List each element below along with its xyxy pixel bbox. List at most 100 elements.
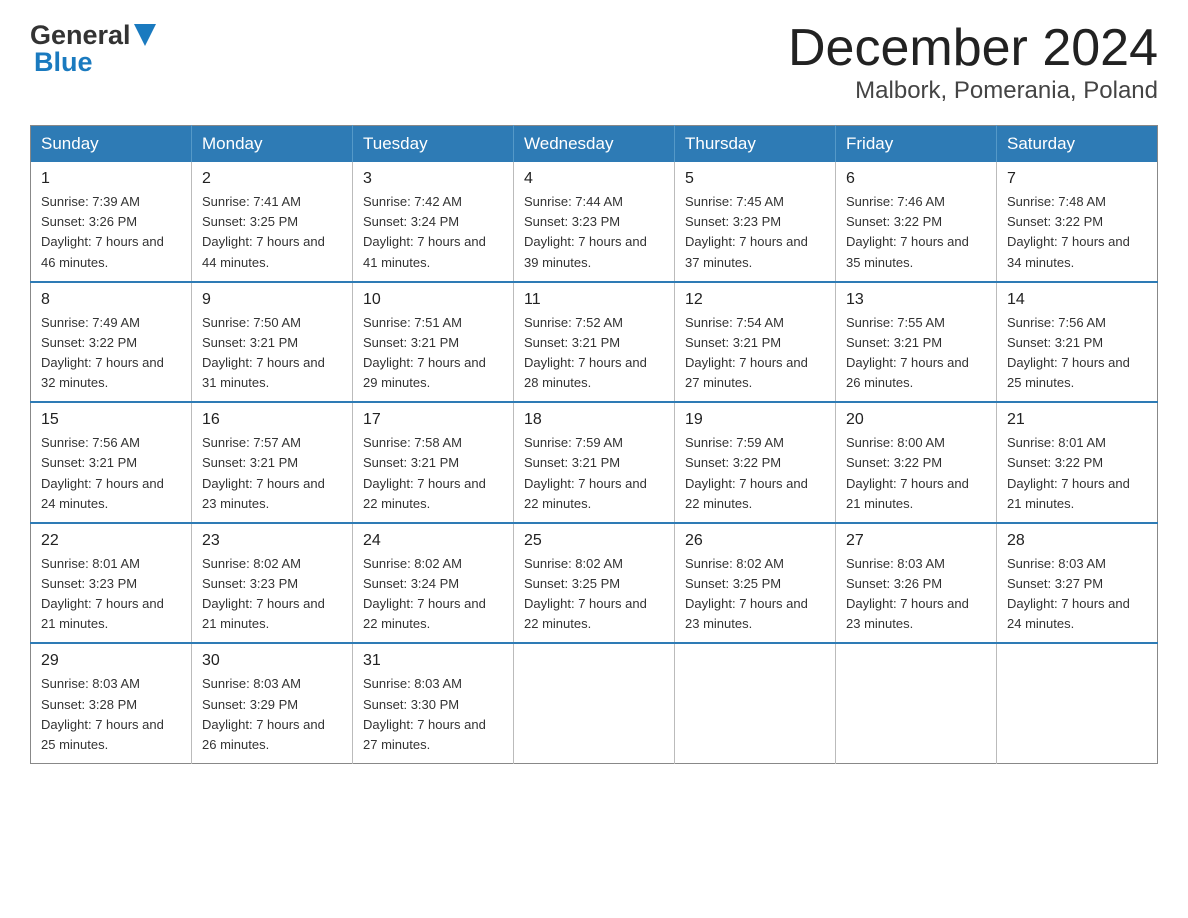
day-number: 13 [846,291,986,309]
day-info: Sunrise: 7:39 AMSunset: 3:26 PMDaylight:… [41,192,181,273]
day-number: 29 [41,652,181,670]
day-info: Sunrise: 8:03 AMSunset: 3:27 PMDaylight:… [1007,554,1147,635]
day-info: Sunrise: 7:58 AMSunset: 3:21 PMDaylight:… [363,433,503,514]
day-info: Sunrise: 7:54 AMSunset: 3:21 PMDaylight:… [685,313,825,394]
calendar-day-cell: 8 Sunrise: 7:49 AMSunset: 3:22 PMDaylight… [31,282,192,403]
calendar-day-cell: 19Sunrise: 7:59 AMSunset: 3:22 PMDayligh… [675,402,836,523]
calendar-day-cell: 21 Sunrise: 8:01 AMSunset: 3:22 PMDayligh… [997,402,1158,523]
day-info: Sunrise: 7:56 AMSunset: 3:21 PMDaylight:… [41,433,181,514]
day-number: 20 [846,411,986,429]
calendar-week-row: 29 Sunrise: 8:03 AMSunset: 3:28 PMDayligh… [31,643,1158,763]
logo-blue-text: Blue [34,47,93,78]
day-info: Sunrise: 8:00 AMSunset: 3:22 PMDaylight:… [846,433,986,514]
empty-day-cell [675,643,836,763]
calendar-week-row: 1 Sunrise: 7:39 AMSunset: 3:26 PMDaylight… [31,162,1158,282]
calendar-day-cell: 2 Sunrise: 7:41 AMSunset: 3:25 PMDaylight… [192,162,353,282]
weekday-header-row: SundayMondayTuesdayWednesdayThursdayFrid… [31,126,1158,163]
day-number: 23 [202,532,342,550]
weekday-header-tuesday: Tuesday [353,126,514,163]
day-number: 28 [1007,532,1147,550]
day-info: Sunrise: 8:03 AMSunset: 3:26 PMDaylight:… [846,554,986,635]
day-info: Sunrise: 7:59 AMSunset: 3:21 PMDaylight:… [524,433,664,514]
day-info: Sunrise: 7:56 AMSunset: 3:21 PMDaylight:… [1007,313,1147,394]
day-number: 1 [41,170,181,188]
day-info: Sunrise: 7:49 AMSunset: 3:22 PMDaylight:… [41,313,181,394]
day-number: 27 [846,532,986,550]
calendar-day-cell: 13 Sunrise: 7:55 AMSunset: 3:21 PMDayligh… [836,282,997,403]
day-number: 21 [1007,411,1147,429]
day-info: Sunrise: 7:42 AMSunset: 3:24 PMDaylight:… [363,192,503,273]
day-number: 24 [363,532,503,550]
calendar-day-cell: 16 Sunrise: 7:57 AMSunset: 3:21 PMDayligh… [192,402,353,523]
calendar-day-cell: 23 Sunrise: 8:02 AMSunset: 3:23 PMDayligh… [192,523,353,644]
calendar-day-cell: 31Sunrise: 8:03 AMSunset: 3:30 PMDayligh… [353,643,514,763]
day-info: Sunrise: 7:50 AMSunset: 3:21 PMDaylight:… [202,313,342,394]
logo[interactable]: General Blue [30,20,156,78]
day-number: 11 [524,291,664,309]
calendar-week-row: 22Sunrise: 8:01 AMSunset: 3:23 PMDayligh… [31,523,1158,644]
calendar-day-cell: 1 Sunrise: 7:39 AMSunset: 3:26 PMDaylight… [31,162,192,282]
calendar-day-cell: 14 Sunrise: 7:56 AMSunset: 3:21 PMDayligh… [997,282,1158,403]
empty-day-cell [836,643,997,763]
weekday-header-saturday: Saturday [997,126,1158,163]
calendar-day-cell: 3 Sunrise: 7:42 AMSunset: 3:24 PMDaylight… [353,162,514,282]
calendar-day-cell: 5 Sunrise: 7:45 AMSunset: 3:23 PMDaylight… [675,162,836,282]
calendar-week-row: 8 Sunrise: 7:49 AMSunset: 3:22 PMDaylight… [31,282,1158,403]
day-number: 2 [202,170,342,188]
day-info: Sunrise: 7:41 AMSunset: 3:25 PMDaylight:… [202,192,342,273]
day-info: Sunrise: 8:01 AMSunset: 3:22 PMDaylight:… [1007,433,1147,514]
day-number: 31 [363,652,503,670]
day-info: Sunrise: 7:57 AMSunset: 3:21 PMDaylight:… [202,433,342,514]
weekday-header-wednesday: Wednesday [514,126,675,163]
day-number: 6 [846,170,986,188]
day-number: 19 [685,411,825,429]
calendar-day-cell: 25Sunrise: 8:02 AMSunset: 3:25 PMDayligh… [514,523,675,644]
calendar-day-cell: 27 Sunrise: 8:03 AMSunset: 3:26 PMDayligh… [836,523,997,644]
day-number: 9 [202,291,342,309]
calendar-day-cell: 11 Sunrise: 7:52 AMSunset: 3:21 PMDayligh… [514,282,675,403]
day-info: Sunrise: 8:02 AMSunset: 3:23 PMDaylight:… [202,554,342,635]
calendar-day-cell: 17Sunrise: 7:58 AMSunset: 3:21 PMDayligh… [353,402,514,523]
day-number: 15 [41,411,181,429]
day-number: 18 [524,411,664,429]
weekday-header-friday: Friday [836,126,997,163]
calendar-day-cell: 7 Sunrise: 7:48 AMSunset: 3:22 PMDaylight… [997,162,1158,282]
calendar-day-cell: 26 Sunrise: 8:02 AMSunset: 3:25 PMDayligh… [675,523,836,644]
day-info: Sunrise: 7:52 AMSunset: 3:21 PMDaylight:… [524,313,664,394]
day-number: 5 [685,170,825,188]
day-number: 8 [41,291,181,309]
day-info: Sunrise: 8:03 AMSunset: 3:29 PMDaylight:… [202,674,342,755]
day-number: 10 [363,291,503,309]
day-number: 26 [685,532,825,550]
calendar-day-cell: 9 Sunrise: 7:50 AMSunset: 3:21 PMDaylight… [192,282,353,403]
calendar-day-cell: 29 Sunrise: 8:03 AMSunset: 3:28 PMDayligh… [31,643,192,763]
page-header: General Blue December 2024 Malbork, Pome… [30,20,1158,105]
calendar-day-cell: 10Sunrise: 7:51 AMSunset: 3:21 PMDayligh… [353,282,514,403]
day-info: Sunrise: 7:48 AMSunset: 3:22 PMDaylight:… [1007,192,1147,273]
empty-day-cell [997,643,1158,763]
calendar-day-cell: 18 Sunrise: 7:59 AMSunset: 3:21 PMDayligh… [514,402,675,523]
location-subtitle: Malbork, Pomerania, Poland [788,77,1158,105]
day-number: 7 [1007,170,1147,188]
calendar-week-row: 15 Sunrise: 7:56 AMSunset: 3:21 PMDayligh… [31,402,1158,523]
calendar-day-cell: 4Sunrise: 7:44 AMSunset: 3:23 PMDaylight… [514,162,675,282]
day-number: 14 [1007,291,1147,309]
calendar-table: SundayMondayTuesdayWednesdayThursdayFrid… [30,125,1158,764]
day-info: Sunrise: 7:45 AMSunset: 3:23 PMDaylight:… [685,192,825,273]
day-info: Sunrise: 8:03 AMSunset: 3:28 PMDaylight:… [41,674,181,755]
day-info: Sunrise: 8:02 AMSunset: 3:24 PMDaylight:… [363,554,503,635]
calendar-day-cell: 24 Sunrise: 8:02 AMSunset: 3:24 PMDayligh… [353,523,514,644]
day-number: 16 [202,411,342,429]
day-info: Sunrise: 7:55 AMSunset: 3:21 PMDaylight:… [846,313,986,394]
day-info: Sunrise: 8:01 AMSunset: 3:23 PMDaylight:… [41,554,181,635]
logo-triangle-icon [134,24,156,46]
day-number: 3 [363,170,503,188]
calendar-day-cell: 20 Sunrise: 8:00 AMSunset: 3:22 PMDayligh… [836,402,997,523]
calendar-day-cell: 6Sunrise: 7:46 AMSunset: 3:22 PMDaylight… [836,162,997,282]
empty-day-cell [514,643,675,763]
day-info: Sunrise: 8:02 AMSunset: 3:25 PMDaylight:… [685,554,825,635]
day-number: 30 [202,652,342,670]
day-info: Sunrise: 8:02 AMSunset: 3:25 PMDaylight:… [524,554,664,635]
month-title: December 2024 [788,20,1158,77]
calendar-day-cell: 12Sunrise: 7:54 AMSunset: 3:21 PMDayligh… [675,282,836,403]
